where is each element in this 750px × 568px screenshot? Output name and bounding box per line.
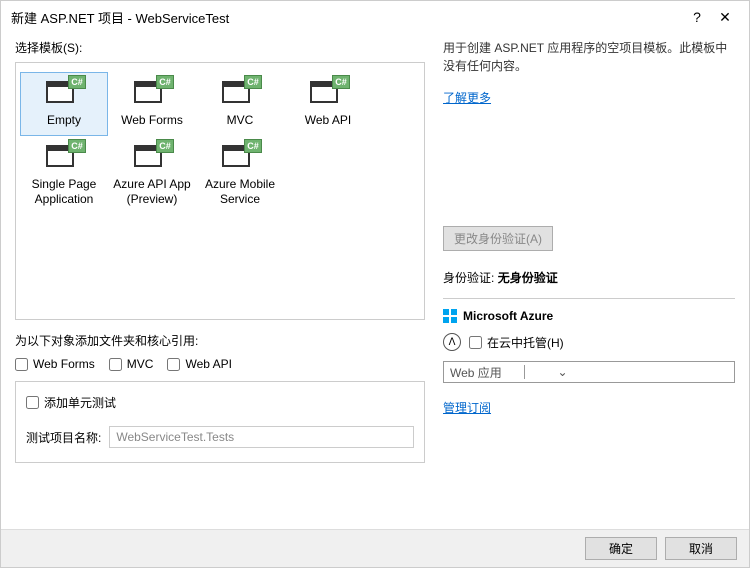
template-item[interactable]: C# MVC [197, 73, 283, 135]
template-item[interactable]: C# Web API [285, 73, 371, 135]
test-project-name-label: 测试项目名称: [26, 429, 101, 446]
azure-heading: Microsoft Azure [443, 309, 735, 323]
templates-label: 选择模板(S): [15, 39, 425, 56]
template-icon: C# [132, 141, 172, 173]
change-auth-button[interactable]: 更改身份验证(A) [443, 226, 553, 251]
collapse-icon[interactable]: ᐱ [443, 333, 461, 351]
template-label: Azure Mobile Service [199, 177, 281, 208]
help-button[interactable]: ? [683, 9, 711, 25]
unit-test-group: 添加单元测试 测试项目名称: [15, 381, 425, 463]
close-button[interactable]: ✕ [711, 9, 739, 26]
template-icon: C# [308, 77, 348, 109]
chevron-down-icon: ⌄ [524, 365, 604, 379]
dialog-footer: 确定 取消 [1, 529, 749, 567]
template-icon: C# [220, 141, 260, 173]
learn-more-link[interactable]: 了解更多 [443, 89, 735, 106]
window-title: 新建 ASP.NET 项目 - WebServiceTest [11, 8, 683, 27]
template-label: Single Page Application [23, 177, 105, 208]
template-icon: C# [220, 77, 260, 109]
template-label: MVC [227, 113, 254, 129]
host-in-cloud-checkbox[interactable]: 在云中托管(H) [469, 334, 564, 351]
divider [443, 298, 735, 299]
windows-icon [443, 309, 457, 323]
add-unit-test-checkbox[interactable]: 添加单元测试 [26, 394, 116, 411]
template-label: Web Forms [121, 113, 183, 129]
template-description: 用于创建 ASP.NET 应用程序的空项目模板。此模板中没有任何内容。 [443, 39, 735, 79]
azure-type-combo[interactable]: Web 应用⌄ [443, 361, 735, 383]
template-icon: C# [132, 77, 172, 109]
template-icon: C# [44, 141, 84, 173]
ref-webapi-checkbox[interactable]: Web API [167, 357, 231, 371]
template-label: Empty [47, 113, 81, 129]
template-icon: C# [44, 77, 84, 109]
template-item[interactable]: C# Empty [21, 73, 107, 135]
template-item[interactable]: C# Single Page Application [21, 137, 107, 214]
ok-button[interactable]: 确定 [585, 537, 657, 560]
titlebar: 新建 ASP.NET 项目 - WebServiceTest ? ✕ [1, 1, 749, 33]
template-label: Azure API App (Preview) [111, 177, 193, 208]
manage-subscription-link[interactable]: 管理订阅 [443, 399, 491, 416]
template-item[interactable]: C# Azure API App (Preview) [109, 137, 195, 214]
auth-status: 身份验证: 无身份验证 [443, 269, 735, 286]
ref-webforms-checkbox[interactable]: Web Forms [15, 357, 95, 371]
template-item[interactable]: C# Azure Mobile Service [197, 137, 283, 214]
template-label: Web API [305, 113, 351, 129]
test-project-name-input[interactable] [109, 426, 414, 448]
references-label: 为以下对象添加文件夹和核心引用: [15, 332, 425, 349]
template-list: C# Empty C# Web Forms C# MVC C# Web API C# Single… [15, 62, 425, 320]
ref-mvc-checkbox[interactable]: MVC [109, 357, 154, 371]
template-item[interactable]: C# Web Forms [109, 73, 195, 135]
cancel-button[interactable]: 取消 [665, 537, 737, 560]
